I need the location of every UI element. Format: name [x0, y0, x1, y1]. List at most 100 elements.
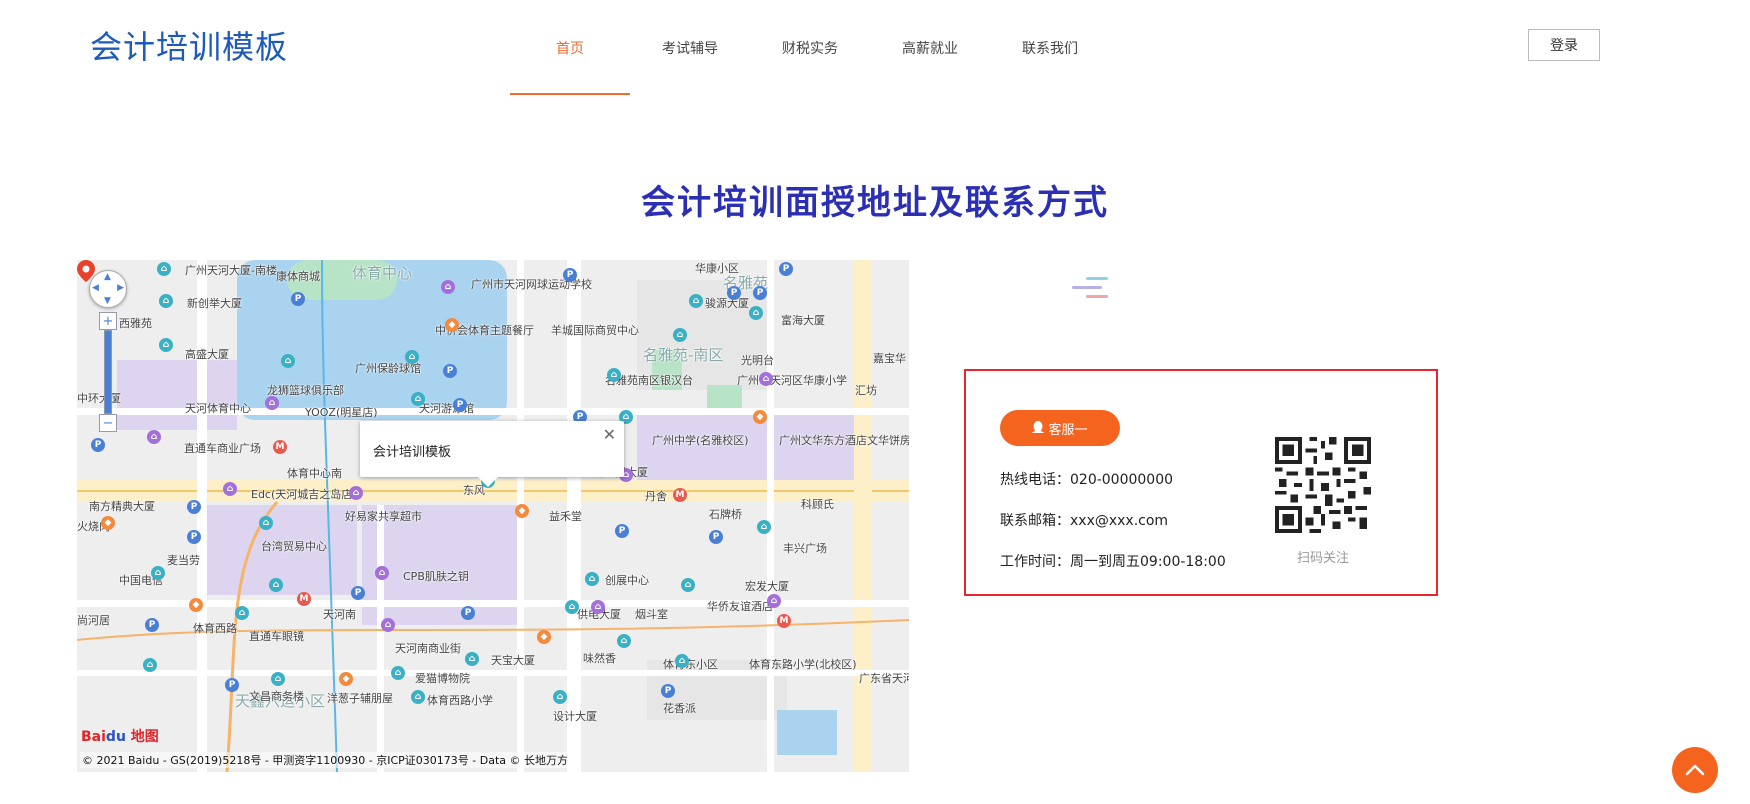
map-poi-label: 体育西路 — [193, 622, 237, 635]
map-poi-label: 花香派 — [663, 702, 696, 715]
decorative-lines-icon — [1072, 277, 1108, 298]
parking-icon: P — [727, 286, 741, 300]
poi-icon: ⌂ — [157, 262, 171, 276]
map-copyright: © 2021 Baidu - GS(2019)5218号 - 甲测资字11009… — [80, 752, 571, 768]
poi-icon: ⌂ — [465, 652, 479, 666]
map-poi-label: 嘉宝华 — [873, 352, 906, 365]
location-marker-icon[interactable] — [77, 260, 95, 282]
poi-icon: ⌂ — [159, 294, 173, 308]
working-hours-text: 工作时间：周一到周五09:00-18:00 — [1000, 554, 1226, 570]
map-poi-label: 直通车商业广场 — [184, 442, 261, 455]
parking-icon: P — [453, 398, 467, 412]
poi-icon: ⌂ — [269, 578, 283, 592]
zoom-in-button[interactable]: + — [99, 312, 117, 330]
map-poi-label: 南方精典大厦 — [89, 500, 155, 513]
poi-icon: ⌂ — [271, 672, 285, 686]
poi-icon: ⌂ — [607, 368, 621, 382]
map-poi-label: 尚河居 — [77, 614, 110, 627]
restaurant-icon: ◆ — [189, 598, 203, 612]
map-poi-label: 富海大厦 — [781, 314, 825, 327]
map-poi-label: 体育东小区 — [663, 658, 718, 671]
zoom-slider[interactable] — [104, 330, 112, 414]
poi-icon: ⌂ — [585, 572, 599, 586]
restaurant-icon: ◆ — [101, 516, 115, 530]
shop-icon: ⌂ — [381, 618, 395, 632]
map-poi-label: 天河南商业街 — [395, 642, 461, 655]
poi-icon: ⌂ — [235, 606, 249, 620]
map-poi-label: 设计大厦 — [553, 710, 597, 723]
pan-down-icon: ▼ — [104, 296, 111, 306]
back-to-top-button[interactable] — [1672, 747, 1718, 793]
pan-left-icon: ◀ — [92, 283, 99, 293]
poi-icon: ⌂ — [391, 666, 405, 680]
poi-icon: ⌂ — [749, 306, 763, 320]
info-window-title: 会计培训模板 — [373, 445, 452, 460]
map-poi-label: 高盛大厦 — [185, 348, 229, 361]
map-poi-label: 骏源大厦 — [705, 297, 749, 310]
parking-icon: P — [187, 500, 201, 514]
metro-icon: M — [673, 488, 687, 502]
nav-item-contact[interactable]: 联系我们 — [990, 0, 1110, 95]
map-poi-label: 体育西路小学 — [427, 694, 493, 707]
parking-icon: P — [753, 286, 767, 300]
poi-icon: ⌂ — [553, 690, 567, 704]
nav-item-jobs[interactable]: 高薪就业 — [870, 0, 990, 95]
parking-icon: P — [351, 586, 365, 600]
map-navigation-control: ▲ ▼ ◀ ▶ + − — [89, 270, 127, 432]
map-poi-label: 体育东路小学(北校区) — [749, 658, 857, 671]
map-poi-label: Edc(天河城吉之岛店) — [251, 488, 357, 501]
shop-icon: ⌂ — [349, 486, 363, 500]
parking-icon: P — [709, 530, 723, 544]
map-poi-label: 洋葱子辅朋屋 — [327, 692, 393, 705]
poi-icon: ⌂ — [565, 600, 579, 614]
map-poi-label: 广州文华东方酒店文华饼房 — [779, 434, 909, 447]
poi-icon: ⌂ — [617, 634, 631, 648]
restaurant-icon: ◆ — [753, 410, 767, 424]
parking-icon: P — [615, 524, 629, 538]
login-button[interactable]: 登录 — [1528, 29, 1600, 61]
parking-icon: P — [291, 292, 305, 306]
shop-icon: ⌂ — [759, 372, 773, 386]
map-poi-label: 华侨友谊酒店 — [707, 600, 773, 613]
parking-icon: P — [225, 678, 239, 692]
map-poi-label: 康体商城 — [276, 270, 320, 283]
map-info-window: 会计培训模板 ✕ — [360, 421, 624, 487]
map-poi-label: 丹舍 — [645, 490, 667, 503]
map-poi-label: 广州中学(名雅校区) — [652, 434, 749, 447]
map-poi-label: 体育中心南 — [287, 467, 342, 480]
pan-right-icon: ▶ — [117, 283, 124, 293]
parking-icon: P — [461, 606, 475, 620]
map-area-label: 体育中心 — [352, 264, 413, 282]
map-poi-label: 麦当劳 — [167, 554, 200, 567]
map-poi-label: 光明台 — [741, 354, 774, 367]
map-poi-label: 天宝大厦 — [491, 654, 535, 667]
map-poi-label: 台湾贸易中心 — [261, 540, 327, 553]
map-poi-label: 龙狮篮球俱乐部 — [267, 384, 344, 397]
poi-icon: ⌂ — [411, 392, 425, 406]
nav-item-exam[interactable]: 考试辅导 — [630, 0, 750, 95]
qr-caption: 扫码关注 — [1296, 551, 1349, 566]
restaurant-icon: ◆ — [537, 630, 551, 644]
baidu-map-logo: Baidu 地图 — [81, 729, 159, 745]
pan-up-icon: ▲ — [104, 272, 111, 282]
map-poi-label: 广东省天河门 — [859, 672, 909, 685]
customer-service-label: 客服一 — [1048, 422, 1088, 438]
metro-icon: M — [297, 592, 311, 606]
nav-item-tax[interactable]: 财税实务 — [750, 0, 870, 95]
nav-item-home[interactable]: 首页 — [510, 0, 630, 95]
map-poi-label: 华康小区 — [695, 262, 739, 275]
site-logo[interactable]: 会计培训模板 — [90, 22, 288, 68]
map-poi-label: 广州市天河区华康小学 — [737, 374, 847, 387]
qr-code — [1275, 437, 1371, 533]
zoom-out-button[interactable]: − — [99, 414, 117, 432]
poi-icon: ⌂ — [681, 578, 695, 592]
baidu-map[interactable]: 体育中心 名雅苑 名雅苑-南区 天鑫六运小区 广州天河大厦-南楼 康体商城 广州… — [77, 260, 909, 772]
metro-icon: M — [777, 614, 791, 628]
map-poi-label: 广州天河大厦-南楼 — [185, 264, 277, 277]
customer-service-button[interactable]: 客服一 — [1000, 410, 1120, 446]
map-poi-label: 烟斗室 — [635, 608, 668, 621]
poi-icon: ⌂ — [259, 516, 273, 530]
parking-icon: P — [91, 438, 105, 452]
shop-icon: ⌂ — [147, 430, 161, 444]
close-icon[interactable]: ✕ — [603, 425, 616, 444]
